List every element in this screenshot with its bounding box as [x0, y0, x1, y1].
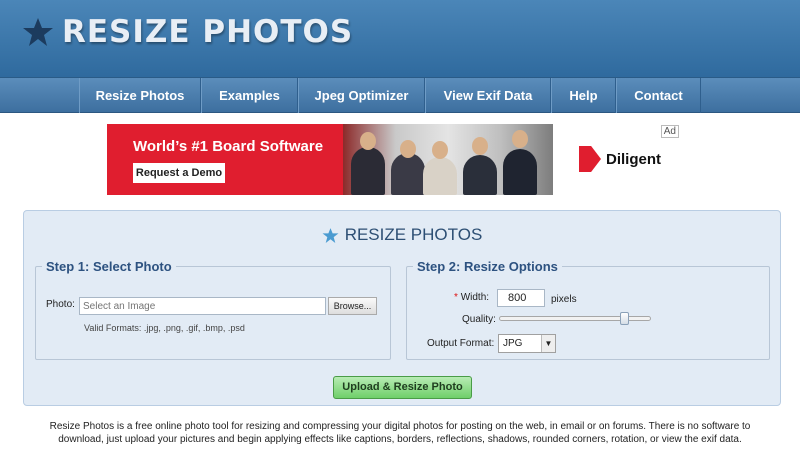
step2-resize-options: Step 2: Resize Options * Width: pixels Q… — [406, 259, 770, 360]
step1-legend: Step 1: Select Photo — [46, 259, 172, 274]
ad-title: World’s #1 Board Software — [133, 138, 324, 155]
width-unit: pixels — [551, 294, 577, 305]
browse-button[interactable]: Browse... — [328, 297, 377, 315]
main-nav: Resize Photos Examples Jpeg Optimizer Vi… — [0, 78, 800, 113]
ad-photo — [343, 124, 553, 195]
diligent-logo-icon — [579, 146, 601, 172]
quality-slider[interactable] — [499, 312, 651, 325]
step2-legend: Step 2: Resize Options — [417, 259, 558, 274]
ad-red-panel: World’s #1 Board Software Request a Demo — [107, 124, 343, 195]
quality-label: Quality: — [462, 314, 496, 325]
required-mark: * — [454, 292, 458, 303]
chevron-down-icon: ▼ — [541, 335, 555, 352]
width-input[interactable] — [497, 289, 545, 307]
upload-resize-button[interactable]: Upload & Resize Photo — [333, 376, 472, 399]
output-format-select[interactable]: JPG ▼ — [498, 334, 556, 353]
logo-text: RESIZE PHOTOS — [62, 14, 354, 50]
ad-cta-button[interactable]: Request a Demo — [133, 163, 225, 183]
quality-slider-handle[interactable] — [620, 312, 629, 325]
diligent-logo: Diligent — [579, 146, 661, 172]
resize-panel: RESIZE PHOTOS Step 1: Select Photo Photo… — [23, 210, 781, 406]
nav-examples[interactable]: Examples — [201, 78, 298, 113]
valid-formats: Valid Formats: .jpg, .png, .gif, .bmp, .… — [84, 323, 245, 333]
site-description: Resize Photos is a free online photo too… — [49, 421, 751, 445]
step1-select-photo: Step 1: Select Photo Photo: Browse... Va… — [35, 259, 391, 360]
nav-resize-photos[interactable]: Resize Photos — [79, 78, 201, 113]
photo-file-input[interactable] — [79, 297, 326, 315]
width-label: * Width: — [454, 292, 490, 303]
nav-jpeg-optimizer[interactable]: Jpeg Optimizer — [298, 78, 425, 113]
output-format-label: Output Format: — [427, 338, 495, 349]
star-icon — [322, 227, 339, 243]
nav-contact[interactable]: Contact — [616, 78, 701, 113]
site-header: RESIZE PHOTOS — [0, 0, 800, 78]
site-logo[interactable]: RESIZE PHOTOS — [22, 14, 353, 50]
photo-label: Photo: — [46, 299, 75, 310]
panel-title: RESIZE PHOTOS — [24, 225, 780, 245]
nav-view-exif-data[interactable]: View Exif Data — [425, 78, 551, 113]
ad-badge[interactable]: Ad — [660, 125, 679, 138]
ad-banner[interactable]: World’s #1 Board Software Request a Demo… — [107, 124, 682, 195]
nav-help[interactable]: Help — [551, 78, 616, 113]
star-icon — [23, 18, 53, 46]
